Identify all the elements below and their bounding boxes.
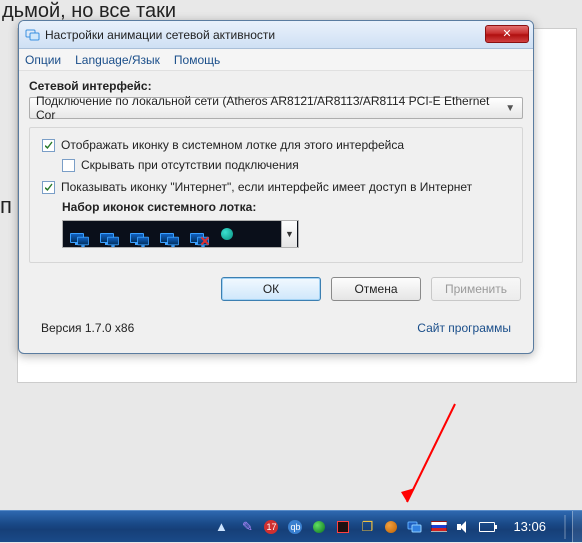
tray-preview-icon — [157, 225, 177, 243]
tray-volume-icon[interactable] — [455, 519, 471, 535]
ok-button[interactable]: ОК — [221, 277, 321, 301]
annotation-arrow — [395, 398, 465, 518]
menu-options[interactable]: Опции — [25, 53, 61, 67]
taskbar-separator — [564, 515, 566, 539]
tray-green-icon[interactable] — [311, 519, 327, 535]
cancel-button[interactable]: Отмена — [331, 277, 421, 301]
options-group: Отображать иконку в системном лотке для … — [29, 127, 523, 263]
label-hide-noconn: Скрывать при отсутствии подключения — [81, 158, 299, 172]
menu-language[interactable]: Language/Язык — [75, 53, 160, 67]
chevron-down-icon: ▼ — [502, 103, 518, 114]
tray-stack-icon[interactable]: ❐ — [359, 519, 375, 535]
version-text: Версия 1.7.0 x86 — [41, 321, 134, 335]
label-show-internet: Показывать иконку "Интернет", если интер… — [61, 180, 472, 194]
tray-box-icon[interactable] — [335, 519, 351, 535]
tray-preview-icon — [97, 225, 117, 243]
label-show-tray: Отображать иконку в системном лотке для … — [61, 138, 404, 152]
system-tray: ▲ ✎ 17 qb ❐ 13:06 — [213, 511, 572, 542]
titlebar[interactable]: Настройки анимации сетевой активности ✕ — [19, 21, 533, 49]
dropdown-value: Подключение по локальной сети (Atheros A… — [36, 94, 502, 122]
settings-dialog: Настройки анимации сетевой активности ✕ … — [18, 20, 534, 354]
tray-language-icon[interactable] — [431, 519, 447, 535]
close-button[interactable]: ✕ — [485, 25, 529, 43]
checkbox-hide-noconn[interactable] — [62, 159, 75, 172]
tray-preview-icon — [127, 225, 147, 243]
menu-help[interactable]: Помощь — [174, 53, 220, 67]
apply-button: Применить — [431, 277, 521, 301]
interface-label: Сетевой интерфейс: — [29, 79, 523, 93]
taskbar[interactable]: ▲ ✎ 17 qb ❐ 13:06 — [0, 510, 582, 542]
iconset-dropdown-button[interactable]: ▼ — [281, 221, 297, 247]
close-icon: ✕ — [502, 27, 511, 40]
background-text-2: п — [0, 193, 12, 219]
tray-battery-icon[interactable] — [479, 519, 495, 535]
tray-qb-icon[interactable]: qb — [287, 519, 303, 535]
interface-dropdown[interactable]: Подключение по локальной сети (Atheros A… — [29, 97, 523, 119]
checkbox-show-internet[interactable] — [42, 181, 55, 194]
tray-overflow-button[interactable]: ▲ — [213, 519, 229, 535]
tray-feather-icon[interactable]: ✎ — [239, 519, 255, 535]
iconset-label: Набор иконок системного лотка: — [62, 200, 510, 214]
tray-network-icon[interactable] — [407, 519, 423, 535]
iconset-selector[interactable]: ▼ — [62, 220, 299, 248]
tray-preview-globe-icon — [217, 225, 237, 243]
app-icon — [25, 27, 41, 43]
tray-preview-icon-error — [187, 225, 207, 243]
menubar: Опции Language/Язык Помощь — [19, 49, 533, 71]
chevron-down-icon: ▼ — [285, 229, 294, 239]
site-link[interactable]: Сайт программы — [417, 321, 511, 335]
show-desktop-button[interactable] — [572, 511, 582, 543]
tray-preview-icon — [67, 225, 87, 243]
tray-shield-icon[interactable]: 17 — [263, 519, 279, 535]
tray-orange-icon[interactable] — [383, 519, 399, 535]
row-show-internet: Показывать иконку "Интернет", если интер… — [42, 180, 510, 194]
row-hide-noconn: Скрывать при отсутствии подключения — [62, 158, 510, 172]
taskbar-clock[interactable]: 13:06 — [513, 519, 546, 534]
window-title: Настройки анимации сетевой активности — [45, 28, 485, 42]
dialog-content: Сетевой интерфейс: Подключение по локаль… — [19, 71, 533, 353]
dialog-footer: Версия 1.7.0 x86 Сайт программы — [29, 321, 523, 345]
checkbox-show-tray[interactable] — [42, 139, 55, 152]
row-show-tray: Отображать иконку в системном лотке для … — [42, 138, 510, 152]
button-row: ОК Отмена Применить — [29, 277, 523, 301]
